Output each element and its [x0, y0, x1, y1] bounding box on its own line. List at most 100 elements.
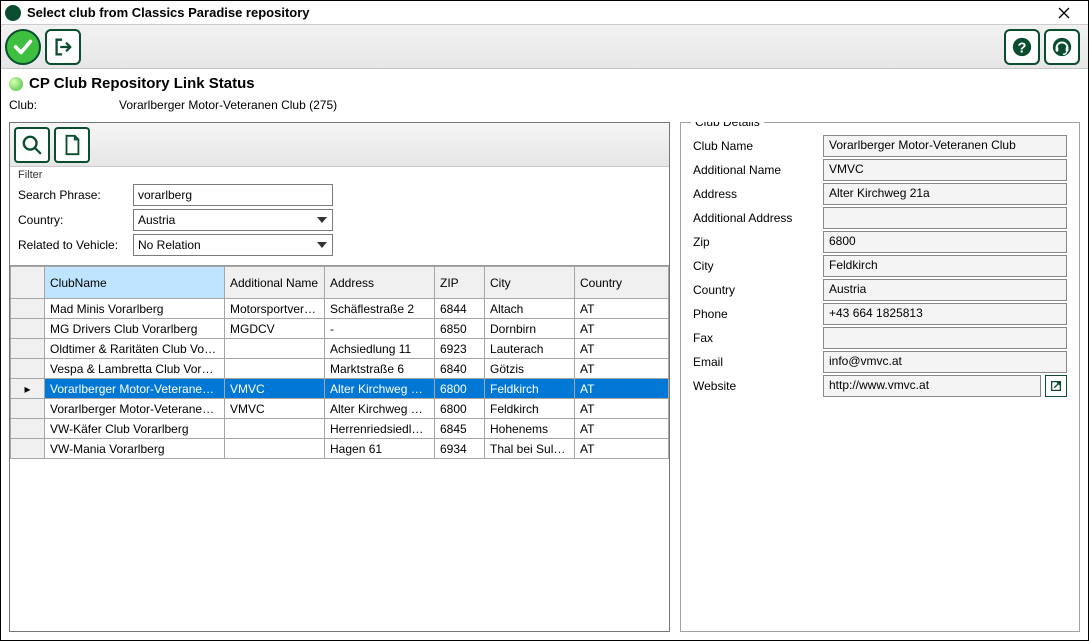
headset-icon — [1051, 36, 1073, 58]
table-row[interactable]: VW-Mania VorarlbergHagen 616934Thal bei … — [11, 439, 669, 459]
cell-city: Feldkirch — [485, 399, 575, 419]
close-icon — [1058, 7, 1070, 19]
detail-zip-value: 6800 — [823, 231, 1067, 253]
cell-city: Götzis — [485, 359, 575, 379]
search-phrase-input[interactable] — [133, 184, 333, 206]
row-marker: ▸ — [11, 379, 45, 399]
cell-address: Alter Kirchweg 21a — [325, 399, 435, 419]
cell-club-name: VW-Mania Vorarlberg — [45, 439, 225, 459]
exit-button[interactable] — [45, 29, 81, 65]
detail-city-label: City — [693, 259, 823, 273]
titlebar: Select club from Classics Paradise repos… — [1, 1, 1088, 25]
grid-header-marker[interactable] — [11, 267, 45, 299]
search-button[interactable] — [14, 127, 50, 163]
grid-header-country[interactable]: Country — [575, 267, 669, 299]
cell-address: Marktstraße 6 — [325, 359, 435, 379]
cell-additional-name: Motorsportverein — [225, 299, 325, 319]
detail-additionaladdress-label: Additional Address — [693, 211, 823, 225]
search-pane: Filter Search Phrase: Country: Austria R… — [9, 122, 670, 632]
row-marker — [11, 319, 45, 339]
table-row[interactable]: VW-Käfer Club VorarlbergHerrenriedsiedlu… — [11, 419, 669, 439]
country-select[interactable]: Austria — [133, 209, 333, 231]
grid-header-address[interactable]: Address — [325, 267, 435, 299]
cell-zip: 6800 — [435, 399, 485, 419]
cell-city: Dornbirn — [485, 319, 575, 339]
related-vehicle-label: Related to Vehicle: — [18, 238, 133, 252]
club-value: Vorarlberger Motor-Veteranen Club (275) — [119, 98, 337, 112]
cell-city: Altach — [485, 299, 575, 319]
row-marker — [11, 339, 45, 359]
cell-club-name: Vorarlberger Motor-Veteranen Club — [45, 399, 225, 419]
detail-fax-label: Fax — [693, 331, 823, 345]
cell-club-name: Vespa & Lambretta Club Vorarlberg — [45, 359, 225, 379]
close-button[interactable] — [1044, 3, 1084, 23]
table-row[interactable]: Vorarlberger Motor-Veteranen ClubVMVCAlt… — [11, 399, 669, 419]
grid-header-row: ClubName Additional Name Address ZIP Cit… — [11, 267, 669, 299]
detail-zip-label: Zip — [693, 235, 823, 249]
cell-city: Hohenems — [485, 419, 575, 439]
detail-city-value: Feldkirch — [823, 255, 1067, 277]
row-marker — [11, 359, 45, 379]
details-legend: Club Details — [691, 122, 764, 129]
cell-country: AT — [575, 319, 669, 339]
results-grid[interactable]: ClubName Additional Name Address ZIP Cit… — [10, 265, 669, 631]
cell-country: AT — [575, 339, 669, 359]
document-icon — [61, 134, 83, 156]
cell-address: Schäflestraße 2 — [325, 299, 435, 319]
cell-additional-name — [225, 439, 325, 459]
cell-address: Hagen 61 — [325, 439, 435, 459]
help-icon: ? — [1011, 36, 1033, 58]
cell-zip: 6800 — [435, 379, 485, 399]
grid-header-city[interactable]: City — [485, 267, 575, 299]
open-website-button[interactable] — [1045, 375, 1067, 397]
detail-additionaladdress-value — [823, 207, 1067, 229]
cell-address: Alter Kirchweg 21a — [325, 379, 435, 399]
cell-country: AT — [575, 379, 669, 399]
detail-fax-value — [823, 327, 1067, 349]
cell-zip: 6934 — [435, 439, 485, 459]
detail-phone-value: +43 664 1825813 — [823, 303, 1067, 325]
search-icon — [21, 134, 43, 156]
row-marker — [11, 399, 45, 419]
external-link-icon — [1049, 379, 1063, 393]
cell-city: Feldkirch — [485, 379, 575, 399]
detail-additionalname-label: Additional Name — [693, 163, 823, 177]
new-button[interactable] — [54, 127, 90, 163]
table-row[interactable]: ▸Vorarlberger Motor-Veteranen ClubVMVCAl… — [11, 379, 669, 399]
search-toolbar — [10, 123, 669, 167]
grid-header-zip[interactable]: ZIP — [435, 267, 485, 299]
detail-clubname-label: Club Name — [693, 139, 823, 153]
grid-header-additionalname[interactable]: Additional Name — [225, 267, 325, 299]
related-vehicle-select[interactable]: No Relation — [133, 234, 333, 256]
cell-club-name: MG Drivers Club Vorarlberg — [45, 319, 225, 339]
help-button[interactable]: ? — [1004, 29, 1040, 65]
filter-legend: Filter — [18, 169, 661, 181]
table-row[interactable]: Vespa & Lambretta Club Vorarlberg Marktst… — [11, 359, 669, 379]
search-phrase-label: Search Phrase: — [18, 188, 133, 202]
cell-zip: 6850 — [435, 319, 485, 339]
app-icon — [5, 5, 21, 21]
detail-website-value: http://www.vmvc.at — [823, 375, 1041, 397]
cell-country: AT — [575, 419, 669, 439]
table-row[interactable]: MG Drivers Club VorarlbergMGDCV-6850Dorn… — [11, 319, 669, 339]
status-indicator-icon — [9, 77, 23, 91]
cell-zip: 6845 — [435, 419, 485, 439]
status-heading: CP Club Repository Link Status — [29, 75, 255, 92]
content-area: CP Club Repository Link Status Club: Vor… — [1, 69, 1088, 640]
detail-email-label: Email — [693, 355, 823, 369]
confirm-button[interactable] — [5, 29, 41, 65]
cell-club-name: VW-Käfer Club Vorarlberg — [45, 419, 225, 439]
row-marker — [11, 419, 45, 439]
panes: Filter Search Phrase: Country: Austria R… — [9, 122, 1080, 632]
cell-club-name: Oldtimer & Raritäten Club Vorarlberg — [45, 339, 225, 359]
cell-address: - — [325, 319, 435, 339]
filter-group: Filter Search Phrase: Country: Austria R… — [10, 167, 669, 265]
table-row[interactable]: Mad Minis VorarlbergMotorsportvereinSchä… — [11, 299, 669, 319]
table-row[interactable]: Oldtimer & Raritäten Club VorarlbergAchs… — [11, 339, 669, 359]
cell-additional-name: MGDCV — [225, 319, 325, 339]
club-label: Club: — [9, 98, 119, 112]
support-button[interactable] — [1044, 29, 1080, 65]
grid-header-clubname[interactable]: ClubName — [45, 267, 225, 299]
row-marker — [11, 299, 45, 319]
cell-country: AT — [575, 439, 669, 459]
